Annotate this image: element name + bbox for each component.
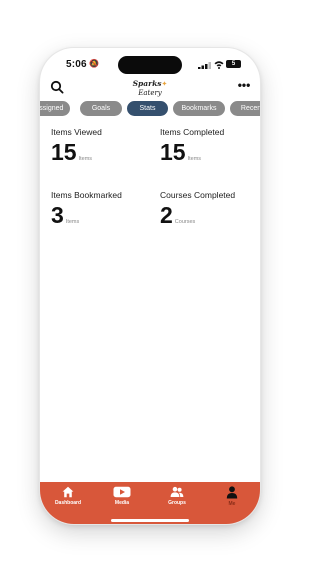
- nav-me[interactable]: Me: [210, 486, 254, 510]
- more-options-button[interactable]: •••: [237, 79, 251, 92]
- nav-label: Media: [114, 500, 130, 506]
- status-bar: 5:06 🔕 5: [40, 48, 260, 78]
- dynamic-island: [118, 56, 182, 74]
- stat-unit: Items: [78, 156, 93, 162]
- wifi-icon: [214, 61, 224, 69]
- nav-dashboard[interactable]: Dashboard: [46, 486, 90, 510]
- tab-assigned[interactable]: Assigned: [40, 101, 70, 116]
- groups-icon: [170, 486, 184, 497]
- search-icon[interactable]: [50, 80, 64, 94]
- status-time: 5:06: [66, 59, 87, 70]
- stat-unit: Items: [65, 219, 80, 225]
- tab-stats[interactable]: Stats: [127, 101, 168, 116]
- person-icon: [226, 486, 238, 499]
- play-icon: [113, 486, 131, 498]
- stat-value: 15: [51, 139, 77, 165]
- logo-text-line1: Sparks: [132, 79, 162, 88]
- battery-icon: 5: [226, 60, 241, 68]
- flame-icon: ✦: [161, 81, 168, 88]
- nav-label: Groups: [168, 500, 186, 506]
- stat-items-completed: Items Completed 15 Items: [160, 127, 260, 171]
- stat-courses-completed: Courses Completed 2 Courses: [160, 190, 260, 234]
- nav-label: Dashboard: [54, 500, 82, 506]
- tab-goals[interactable]: Goals: [80, 101, 122, 116]
- cellular-signal-icon: [198, 62, 211, 69]
- home-indicator: [111, 519, 189, 522]
- phone-frame: 5:06 🔕 5 Sparks✦ Eatery ••• Assig: [40, 48, 260, 524]
- logo-text-line2: Eatery: [138, 89, 162, 97]
- stat-value: 3: [51, 202, 64, 228]
- stat-label: Items Viewed: [51, 127, 102, 137]
- stat-unit: Items: [187, 156, 202, 162]
- stat-label: Courses Completed: [160, 190, 236, 200]
- tab-bookmarks[interactable]: Bookmarks: [173, 101, 225, 116]
- home-icon: [62, 486, 74, 498]
- tab-bar: Assigned Goals Stats Bookmarks Recent: [40, 101, 260, 116]
- tab-recent[interactable]: Recent: [230, 101, 260, 116]
- app-header: Sparks✦ Eatery •••: [40, 78, 260, 98]
- stat-unit: Courses: [174, 219, 196, 225]
- stat-items-viewed: Items Viewed 15 Items: [51, 127, 151, 171]
- stat-items-bookmarked: Items Bookmarked 3 Items: [51, 190, 151, 234]
- stat-value: 2: [160, 202, 173, 228]
- bottom-nav: Dashboard Media Groups Me: [40, 482, 260, 524]
- nav-label: Me: [228, 501, 236, 507]
- stat-value: 15: [160, 139, 186, 165]
- stat-label: Items Bookmarked: [51, 190, 122, 200]
- stat-label: Items Completed: [160, 127, 225, 137]
- brand-logo: Sparks✦ Eatery: [126, 78, 174, 98]
- nav-media[interactable]: Media: [100, 486, 144, 510]
- nav-groups[interactable]: Groups: [155, 486, 199, 510]
- bell-muted-icon: 🔕: [89, 59, 99, 68]
